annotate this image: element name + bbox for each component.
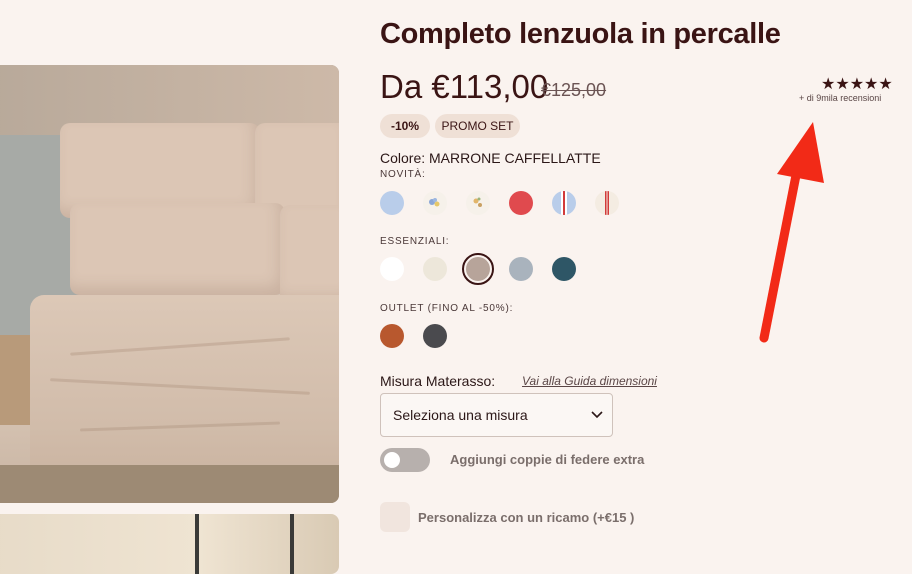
old-price: €125,00 — [541, 80, 607, 100]
reviews-count[interactable]: + di 9mila recensioni — [799, 93, 881, 103]
discount-badge: -10% — [380, 114, 430, 138]
embroidery-label: Personalizza con un ricamo (+€15 ) — [418, 510, 635, 525]
promo-badge: PROMO SET — [435, 114, 520, 138]
swatch-white[interactable] — [380, 257, 404, 281]
image-bar — [290, 514, 294, 574]
swatch-rust[interactable] — [380, 324, 404, 348]
swatch-floral-blue[interactable] — [423, 191, 447, 215]
product-image-secondary[interactable] — [0, 514, 339, 574]
product-image-main[interactable] — [0, 65, 339, 503]
swatch-striped-blue-red[interactable] — [552, 191, 576, 215]
group-label-outlet: OUTLET (FINO AL -50%): — [380, 303, 514, 314]
image-pillow — [70, 203, 285, 295]
size-select[interactable]: Seleziona una misura — [380, 393, 613, 437]
swatch-floral-yellow[interactable] — [466, 191, 490, 215]
swatch-striped-red[interactable] — [595, 191, 619, 215]
size-guide-link[interactable]: Vai alla Guida dimensioni — [522, 374, 657, 388]
extra-pillowcases-label: Aggiungi coppie di federe extra — [450, 452, 645, 467]
group-label-essenziali: ESSENZIALI: — [380, 236, 450, 247]
swatch-cream[interactable] — [423, 257, 447, 281]
product-title: Completo lenzuola in percalle — [380, 18, 781, 50]
swatch-red[interactable] — [509, 191, 533, 215]
rating-stars[interactable]: ★★★★★ — [821, 74, 893, 94]
image-bar — [195, 514, 199, 574]
toggle-knob — [384, 452, 400, 468]
image-pillow — [280, 205, 339, 305]
swatch-petrol[interactable] — [552, 257, 576, 281]
group-label-novita: NOVITÀ: — [380, 169, 426, 180]
chevron-down-icon — [591, 411, 603, 419]
swatch-charcoal[interactable] — [423, 324, 447, 348]
size-label: Misura Materasso: — [380, 373, 496, 389]
swatch-caffellatte[interactable] — [462, 253, 494, 285]
swatch-gray-blue[interactable] — [509, 257, 533, 281]
image-floor — [0, 465, 339, 503]
extra-pillowcases-toggle[interactable] — [380, 448, 430, 472]
swatch-light-blue[interactable] — [380, 191, 404, 215]
product-price: Da €113,00 — [380, 68, 549, 105]
embroidery-checkbox[interactable] — [380, 502, 410, 532]
size-select-value: Seleziona una misura — [393, 407, 528, 423]
color-label: Colore: MARRONE CAFFELLATTE — [380, 150, 601, 166]
